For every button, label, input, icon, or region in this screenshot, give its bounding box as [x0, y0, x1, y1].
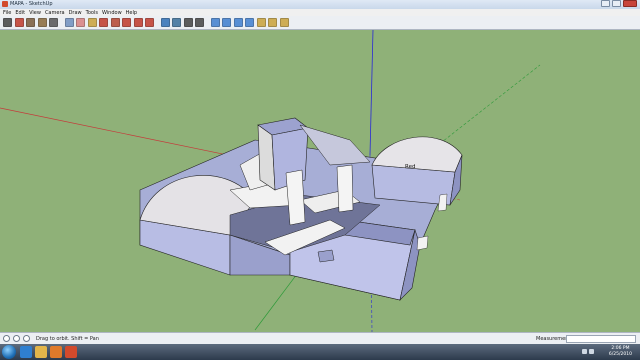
small-crate [317, 249, 335, 263]
model-canvas[interactable]: Red [0, 30, 640, 332]
drawing-viewport[interactable]: Red [0, 30, 640, 332]
circle-icon[interactable] [37, 18, 47, 27]
clock-date: 6/25/2010 [608, 352, 632, 357]
minimize-button[interactable] [601, 0, 610, 7]
toggle-terrain-icon[interactable] [256, 18, 266, 27]
sketchup-icon[interactable] [65, 346, 77, 358]
window-title: MAPA - SketchUp [10, 1, 53, 7]
menu-draw[interactable]: Draw [69, 10, 82, 16]
measurements-input[interactable] [566, 335, 636, 343]
window-controls [601, 0, 637, 8]
windows-taskbar: 2:06 PM 6/25/2010 [0, 344, 640, 360]
system-clock[interactable]: 2:06 PM 6/25/2010 [609, 346, 632, 358]
sketchup-window: MAPA - SketchUp File Edit View Camera Dr… [0, 0, 640, 344]
rotate-icon[interactable] [133, 18, 143, 27]
line-pencil-icon[interactable] [14, 18, 24, 27]
menu-camera[interactable]: Camera [45, 10, 65, 16]
pillar-right [336, 164, 354, 213]
windows-explorer-icon[interactable] [35, 346, 47, 358]
select-arrow-icon[interactable] [3, 18, 12, 27]
geo-location-icon[interactable] [3, 335, 10, 342]
orbit-icon[interactable] [160, 18, 170, 27]
get-models-icon[interactable] [210, 18, 220, 27]
eraser-icon[interactable] [76, 18, 85, 27]
menu-edit[interactable]: Edit [15, 10, 25, 16]
menu-view[interactable]: View [29, 10, 41, 16]
menu-help[interactable]: Help [126, 10, 137, 16]
photo-textures-icon[interactable] [268, 18, 277, 27]
red-team-label: Red [405, 164, 415, 170]
paint-bucket-icon[interactable] [99, 18, 108, 27]
add-location-icon[interactable] [245, 18, 254, 27]
start-button[interactable] [2, 345, 16, 359]
menu-tools[interactable]: Tools [86, 10, 98, 16]
title-bar[interactable]: MAPA - SketchUp [0, 0, 640, 9]
zoom-extents-icon[interactable] [195, 18, 204, 27]
sketchup-app-icon [2, 1, 8, 7]
menu-window[interactable]: Window [102, 10, 122, 16]
menu-bar: File Edit View Camera Draw Tools Window … [0, 9, 640, 16]
share-model-icon[interactable] [222, 18, 231, 27]
preview-google-earth-icon[interactable] [279, 18, 289, 27]
make-component-icon[interactable] [64, 18, 74, 27]
main-toolbar [0, 16, 640, 30]
share-component-icon[interactable] [233, 18, 243, 27]
zoom-icon[interactable] [183, 18, 193, 27]
pan-icon[interactable] [172, 18, 181, 27]
maximize-button[interactable] [612, 0, 621, 7]
help-instructor-icon[interactable] [23, 335, 30, 342]
offset-icon[interactable] [145, 18, 154, 27]
move-icon[interactable] [122, 18, 131, 27]
rectangle-icon[interactable] [26, 18, 35, 27]
status-bar: Drag to orbit. Shift = Pan Measurements [0, 332, 640, 344]
close-button[interactable] [623, 0, 637, 7]
volume-tray-icon[interactable] [589, 349, 594, 354]
arc-icon[interactable] [49, 18, 58, 27]
internet-explorer-icon[interactable] [20, 346, 32, 358]
credits-icon[interactable] [13, 335, 20, 342]
tape-measure-icon[interactable] [87, 18, 97, 27]
push-pull-icon[interactable] [110, 18, 120, 27]
media-player-icon[interactable] [50, 346, 62, 358]
front-right-notch [416, 235, 429, 251]
status-hint: Drag to orbit. Shift = Pan [36, 336, 99, 342]
network-tray-icon[interactable] [582, 349, 587, 354]
menu-file[interactable]: File [3, 10, 11, 16]
